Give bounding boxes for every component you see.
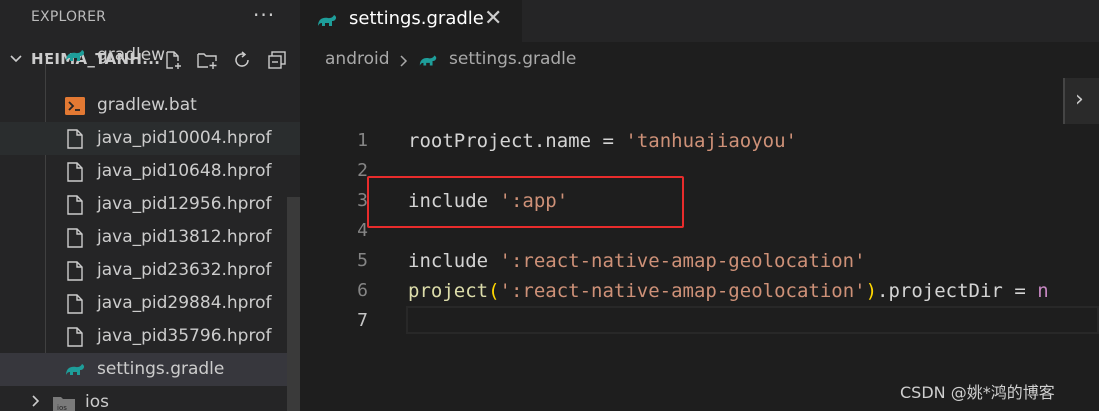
file-row-gradlew[interactable]: gradlew <box>0 39 300 72</box>
breadcrumb-folder[interactable]: android <box>325 49 390 69</box>
line-code: project(':react-native-amap-geolocation'… <box>408 280 1049 302</box>
code-line[interactable]: 7 <box>300 306 1099 336</box>
line-number: 5 <box>357 250 368 271</box>
ios-folder-icon: ios <box>52 394 76 411</box>
code-token: 'tanhuajiaoyou' <box>625 130 797 152</box>
file-icon <box>64 326 86 348</box>
code-token: ( <box>488 280 500 302</box>
line-number: 7 <box>357 310 368 331</box>
code-token: projectDir <box>888 280 1003 302</box>
line-code: include ':react-native-amap-geolocation' <box>408 250 866 272</box>
explorer-sidebar: EXPLORER ··· HEIMA_TANH... gradlew gradl… <box>0 0 300 411</box>
svg-text:ios: ios <box>57 404 67 411</box>
chevron-right-icon[interactable] <box>28 393 44 411</box>
code-token: ':react-native-amap-geolocation' <box>499 250 866 272</box>
folder-label: ios <box>85 392 109 411</box>
close-icon[interactable]: ✕ <box>484 6 502 31</box>
line-number: 2 <box>357 160 368 181</box>
file-row-gradlew-bat[interactable]: gradlew.bat <box>0 89 300 122</box>
tab-bar: settings.gradle ✕ <box>300 0 1099 42</box>
file-icon <box>64 194 86 216</box>
file-icon <box>64 227 86 249</box>
file-label: java_pid10004.hprof <box>97 128 272 148</box>
code-line[interactable]: 5 include ':react-native-amap-geolocation… <box>300 246 1099 276</box>
line-number: 6 <box>357 280 368 301</box>
code-token: rootProject <box>408 130 534 152</box>
terminal-icon <box>64 95 86 117</box>
file-label: java_pid10648.hprof <box>97 161 272 181</box>
expand-panel-button[interactable]: › <box>1063 78 1099 124</box>
file-row-hprof[interactable]: java_pid12956.hprof <box>0 188 300 221</box>
code-token: ) <box>865 280 878 302</box>
file-icon <box>64 293 86 315</box>
file-row-hprof[interactable]: java_pid10648.hprof <box>0 155 300 188</box>
file-icon <box>64 128 86 150</box>
file-row-hprof[interactable]: java_pid35796.hprof <box>0 320 300 353</box>
explorer-header: EXPLORER ··· <box>0 0 300 35</box>
breadcrumb-file[interactable]: settings.gradle <box>449 49 576 69</box>
sidebar-scrollbar[interactable] <box>287 197 300 411</box>
file-row-hprof[interactable]: java_pid23632.hprof <box>0 254 300 287</box>
file-label: java_pid13812.hprof <box>97 227 272 247</box>
watermark: CSDN @姚*鸿的博客 <box>900 383 1055 402</box>
line-number: 1 <box>357 130 368 151</box>
chevron-right-icon <box>398 53 410 72</box>
code-token: project <box>408 280 489 302</box>
current-line-highlight <box>406 306 1099 334</box>
code-token: . <box>533 130 546 152</box>
line-number: 4 <box>357 220 368 241</box>
file-icon <box>64 260 86 282</box>
gradle-icon <box>64 359 86 381</box>
code-token: . <box>877 280 889 302</box>
code-line[interactable]: 6 project(':react-native-amap-geolocation… <box>300 276 1099 306</box>
code-token: ':react-native-amap-geolocation' <box>499 280 866 302</box>
explorer-title: EXPLORER <box>31 9 107 25</box>
code-token: = <box>591 130 626 152</box>
code-token: n <box>1037 280 1049 302</box>
file-label: java_pid29884.hprof <box>97 293 272 313</box>
more-actions-button[interactable]: ··· <box>253 3 275 27</box>
line-code: rootProject.name = 'tanhuajiaoyou' <box>408 130 797 152</box>
gradle-icon <box>316 10 338 36</box>
file-row-hprof[interactable]: java_pid13812.hprof <box>0 221 300 254</box>
gradle-icon <box>64 45 86 67</box>
file-row-settings-gradle[interactable]: settings.gradle <box>0 353 300 386</box>
file-tree: gradlew gradlew.bat java_pid10004.hprof … <box>0 45 300 411</box>
highlight-annotation-box <box>367 176 684 228</box>
file-label: gradlew.bat <box>97 95 197 115</box>
file-label: java_pid12956.hprof <box>97 194 272 214</box>
file-label: settings.gradle <box>97 359 225 379</box>
code-line[interactable]: 1 rootProject.name = 'tanhuajiaoyou' <box>300 126 1099 156</box>
breadcrumb: android settings.gradle <box>300 42 1099 78</box>
line-number: 3 <box>357 190 368 211</box>
code-token: = <box>1002 280 1038 302</box>
file-row-hprof[interactable]: java_pid29884.hprof <box>0 287 300 320</box>
file-icon <box>64 161 86 183</box>
file-label: java_pid35796.hprof <box>97 326 272 346</box>
tab-label: settings.gradle <box>349 8 484 29</box>
tab-settings-gradle[interactable]: settings.gradle ✕ <box>300 0 522 42</box>
chevron-right-icon: › <box>1075 87 1084 112</box>
code-editor[interactable]: › 1 rootProject.name = 'tanhuajiaoyou' 2 3 i… <box>300 78 1099 411</box>
file-label: java_pid23632.hprof <box>97 260 272 280</box>
file-row-hprof[interactable]: java_pid10004.hprof <box>0 122 300 155</box>
file-label: gradlew <box>97 45 166 65</box>
code-token: include <box>408 250 500 272</box>
code-token: name <box>545 130 592 152</box>
gradle-icon <box>417 51 439 75</box>
folder-row-ios[interactable]: ios ios <box>0 386 300 411</box>
